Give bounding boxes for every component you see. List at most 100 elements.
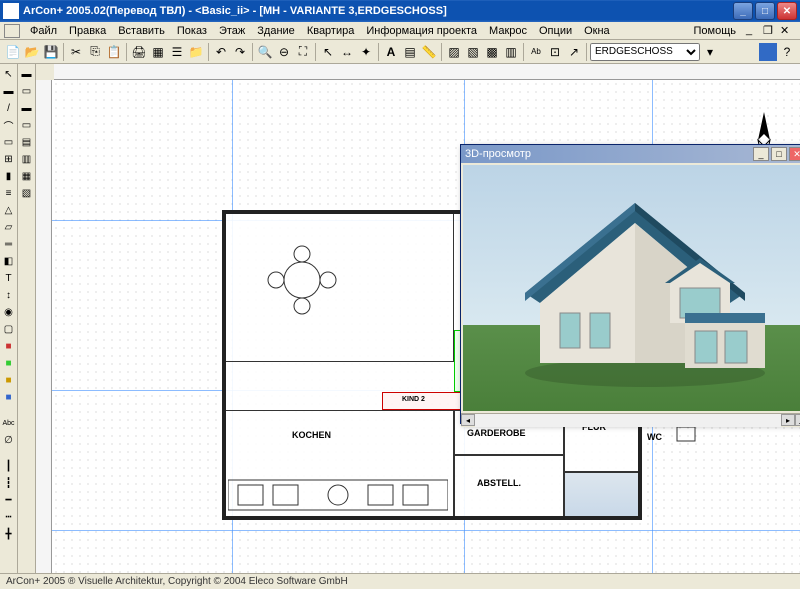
preview-minimize-button[interactable]: _ xyxy=(753,147,769,161)
hatch3-icon[interactable]: ▩ xyxy=(483,43,501,61)
floor-select[interactable]: ERDGESCHOSS xyxy=(590,43,700,61)
menu-help[interactable]: Помощь xyxy=(688,24,743,38)
dim-tool-icon[interactable]: ↕ xyxy=(1,287,17,303)
app-icon xyxy=(3,3,19,19)
folder-icon[interactable]: 📁 xyxy=(187,43,205,61)
cut-icon[interactable]: ✂ xyxy=(67,43,85,61)
curve-tool-icon[interactable]: ⌒ xyxy=(1,117,17,133)
ruler1-tool-icon[interactable]: ┃ xyxy=(1,458,17,474)
wall-tool-icon[interactable]: ▬ xyxy=(1,83,17,99)
snap-icon[interactable]: ⊡ xyxy=(546,43,564,61)
preview-scrollbar[interactable]: ◂ ▸ ◢ xyxy=(461,413,800,427)
measure-icon[interactable]: 📏 xyxy=(420,43,438,61)
slab-tool-icon[interactable]: ▱ xyxy=(1,219,17,235)
preview-3d-window[interactable]: 3D-просмотр _ □ ✕ xyxy=(460,144,800,424)
paste-icon[interactable]: 📋 xyxy=(105,43,123,61)
wall8-icon[interactable]: ▧ xyxy=(19,185,35,201)
ruler4-tool-icon[interactable]: ┅ xyxy=(1,509,17,525)
wall6-icon[interactable]: ▥ xyxy=(19,151,35,167)
ruler5-tool-icon[interactable]: ╋ xyxy=(1,526,17,542)
select-tool-icon[interactable]: ↖ xyxy=(1,66,17,82)
menu-floor[interactable]: Этаж xyxy=(213,24,251,38)
column-tool-icon[interactable]: ▮ xyxy=(1,168,17,184)
text-tool-icon[interactable]: T xyxy=(1,270,17,286)
menu-apartment[interactable]: Квартира xyxy=(301,24,361,38)
ruler3-tool-icon[interactable]: ━ xyxy=(1,492,17,508)
hatch-icon[interactable]: ▤ xyxy=(401,43,419,61)
dimension-icon[interactable]: ↔ xyxy=(338,43,356,61)
pointer-icon[interactable]: ↖ xyxy=(319,43,337,61)
preview-title: 3D-просмотр xyxy=(465,148,531,160)
undo-icon[interactable]: ↶ xyxy=(212,43,230,61)
menu-building[interactable]: Здание xyxy=(251,24,301,38)
doc-icon xyxy=(4,24,20,38)
compass-icon[interactable]: ✦ xyxy=(357,43,375,61)
menu-macro[interactable]: Макрос xyxy=(483,24,533,38)
wall7-icon[interactable]: ▦ xyxy=(19,168,35,184)
stair-tool-icon[interactable]: ≡ xyxy=(1,185,17,201)
print-icon[interactable]: 🖨 xyxy=(130,43,148,61)
mdi-minimize-button[interactable]: _ xyxy=(746,24,762,38)
layers-icon[interactable]: ☰ xyxy=(168,43,186,61)
copy-icon[interactable]: ⎘ xyxy=(86,43,104,61)
drawing-canvas[interactable]: SPEISE HAR KIND 2 KOCHEN xyxy=(52,80,800,573)
beam-tool-icon[interactable]: ═ xyxy=(1,236,17,252)
maximize-button[interactable]: □ xyxy=(755,2,775,20)
color4-tool-icon[interactable]: ■ xyxy=(1,389,17,405)
color2-tool-icon[interactable]: ■ xyxy=(1,355,17,371)
preview-close-button[interactable]: ✕ xyxy=(789,147,800,161)
line-tool-icon[interactable]: / xyxy=(1,100,17,116)
view3d-button[interactable] xyxy=(759,43,777,61)
abc-tool-icon[interactable]: Abc xyxy=(1,415,17,431)
new-icon[interactable]: 📄 xyxy=(4,43,22,61)
redo-icon[interactable]: ↷ xyxy=(231,43,249,61)
wall3-icon[interactable]: ▬ xyxy=(19,100,35,116)
close-button[interactable]: ✕ xyxy=(777,2,797,20)
label-icon[interactable]: Ab xyxy=(527,43,545,61)
zoom-in-icon[interactable]: 🔍 xyxy=(256,43,274,61)
menu-windows[interactable]: Окна xyxy=(578,24,616,38)
minimize-button[interactable]: _ xyxy=(733,2,753,20)
window-title: ArCon+ 2005.02(Перевод ТВЛ) - <Basic_ii>… xyxy=(23,5,733,17)
hatch1-icon[interactable]: ▨ xyxy=(445,43,463,61)
hatch2-icon[interactable]: ▧ xyxy=(464,43,482,61)
door-tool-icon[interactable]: ▭ xyxy=(1,134,17,150)
window-tool-icon[interactable]: ⊞ xyxy=(1,151,17,167)
wall2-icon[interactable]: ▭ xyxy=(19,83,35,99)
menu-view[interactable]: Показ xyxy=(171,24,213,38)
roof-tool-icon[interactable]: △ xyxy=(1,202,17,218)
preview-viewport[interactable] xyxy=(463,165,800,411)
guide-h3[interactable] xyxy=(52,530,800,531)
mdi-restore-button[interactable]: ❐ xyxy=(763,24,779,38)
color3-tool-icon[interactable]: ■ xyxy=(1,372,17,388)
wall5-icon[interactable]: ▤ xyxy=(19,134,35,150)
zoom-out-icon[interactable]: ⊖ xyxy=(275,43,293,61)
menu-edit[interactable]: Правка xyxy=(63,24,112,38)
wall1-icon[interactable]: ▬ xyxy=(19,66,35,82)
scroll-right-icon[interactable]: ▸ xyxy=(781,414,795,426)
mdi-close-button[interactable]: ✕ xyxy=(780,24,796,38)
help-icon[interactable]: ? xyxy=(778,43,796,61)
menu-insert[interactable]: Вставить xyxy=(112,24,171,38)
area-tool-icon[interactable]: ▢ xyxy=(1,321,17,337)
wall4-icon[interactable]: ▭ xyxy=(19,117,35,133)
preview-maximize-button[interactable]: □ xyxy=(771,147,787,161)
preview-titlebar[interactable]: 3D-просмотр _ □ ✕ xyxy=(461,145,800,163)
misc1-icon[interactable]: ▾ xyxy=(701,43,719,61)
level-tool-icon[interactable]: ◉ xyxy=(1,304,17,320)
menu-projectinfo[interactable]: Информация проекта xyxy=(360,24,483,38)
eraser-tool-icon[interactable]: ∅ xyxy=(1,432,17,448)
menu-options[interactable]: Опции xyxy=(533,24,578,38)
cursor-icon[interactable]: ↗ xyxy=(565,43,583,61)
save-icon[interactable]: 💾 xyxy=(42,43,60,61)
scroll-left-icon[interactable]: ◂ xyxy=(461,414,475,426)
zoom-fit-icon[interactable]: ⛶ xyxy=(294,43,312,61)
text-icon[interactable]: A xyxy=(382,43,400,61)
ruler2-tool-icon[interactable]: ┇ xyxy=(1,475,17,491)
grid-icon[interactable]: ▦ xyxy=(149,43,167,61)
open-icon[interactable]: 📂 xyxy=(23,43,41,61)
object-tool-icon[interactable]: ◧ xyxy=(1,253,17,269)
color1-tool-icon[interactable]: ■ xyxy=(1,338,17,354)
hatch4-icon[interactable]: ▥ xyxy=(502,43,520,61)
menu-file[interactable]: Файл xyxy=(24,24,63,38)
